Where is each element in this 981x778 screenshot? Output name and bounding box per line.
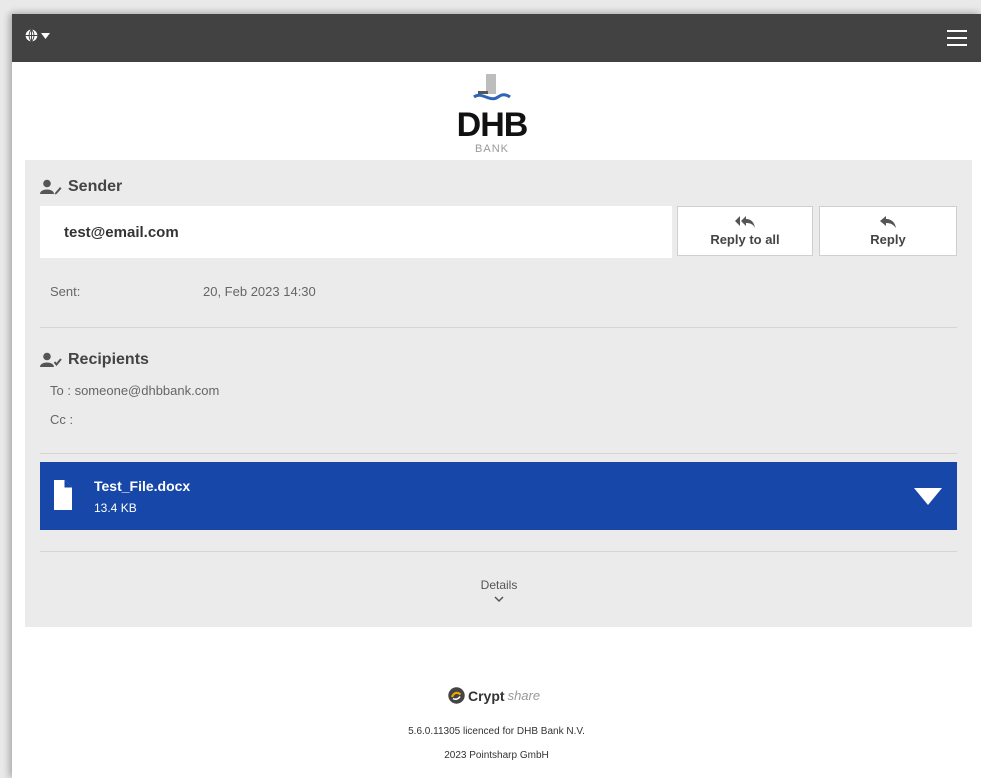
user-edit-icon: [40, 179, 62, 195]
reply-to-all-button[interactable]: Reply to all: [677, 206, 813, 256]
brand-main: Crypt: [468, 687, 505, 704]
attachment-name: Test_File.docx: [94, 478, 191, 494]
user-check-icon: [40, 352, 62, 367]
recipients-title: Recipients: [68, 351, 149, 368]
cryptshare-logo-icon: [448, 687, 465, 704]
recipients-heading: Recipients: [40, 351, 149, 369]
dhb-bank-logo: DHB BANK: [444, 71, 540, 161]
expand-triangle-icon[interactable]: [914, 488, 942, 506]
message-panel: Sender test@email.com Reply to all Reply…: [25, 160, 972, 627]
reply-to-all-label: Reply to all: [710, 232, 780, 247]
attachment-size: 13.4 KB: [94, 501, 137, 515]
message-window: DHB BANK Sender test@email.com Reply to …: [12, 14, 981, 778]
divider: [40, 453, 957, 454]
reply-button[interactable]: Reply: [819, 206, 957, 256]
sender-box: test@email.com: [40, 206, 672, 258]
details-toggle[interactable]: Details: [445, 578, 553, 606]
reply-label: Reply: [870, 232, 906, 247]
reply-all-icon: [735, 216, 755, 228]
hamburger-menu-icon[interactable]: [947, 29, 969, 47]
divider: [40, 551, 957, 552]
reply-icon: [880, 216, 896, 228]
top-bar: [12, 14, 981, 62]
attachment-item[interactable]: Test_File.docx 13.4 KB: [40, 462, 957, 530]
globe-icon: [25, 29, 38, 42]
language-selector[interactable]: [25, 29, 50, 42]
recipient-cc: Cc :: [50, 412, 74, 427]
sent-label: Sent:: [50, 284, 81, 299]
logo-subtitle: BANK: [475, 143, 509, 155]
chevron-down-icon: [494, 596, 504, 603]
logo-emblem-icon: [473, 74, 511, 101]
licence-text: 5.6.0.11305 licenced for DHB Bank N.V.: [408, 726, 585, 737]
sender-heading: Sender: [40, 178, 122, 196]
recipient-to: To : someone@dhbbank.com: [50, 383, 220, 398]
cryptshare-logo: Crypt share: [448, 687, 540, 704]
sent-value: 20, Feb 2023 14:30: [203, 284, 316, 299]
sender-title: Sender: [68, 178, 123, 195]
divider: [40, 327, 957, 328]
logo-word: DHB: [456, 106, 529, 144]
brand-sub: share: [507, 688, 541, 703]
copyright-text: 2023 Pointsharp GmbH: [444, 750, 549, 761]
caret-down-icon: [41, 32, 50, 39]
sender-email: test@email.com: [64, 224, 179, 241]
file-icon: [54, 480, 72, 510]
details-label: Details: [480, 578, 518, 592]
